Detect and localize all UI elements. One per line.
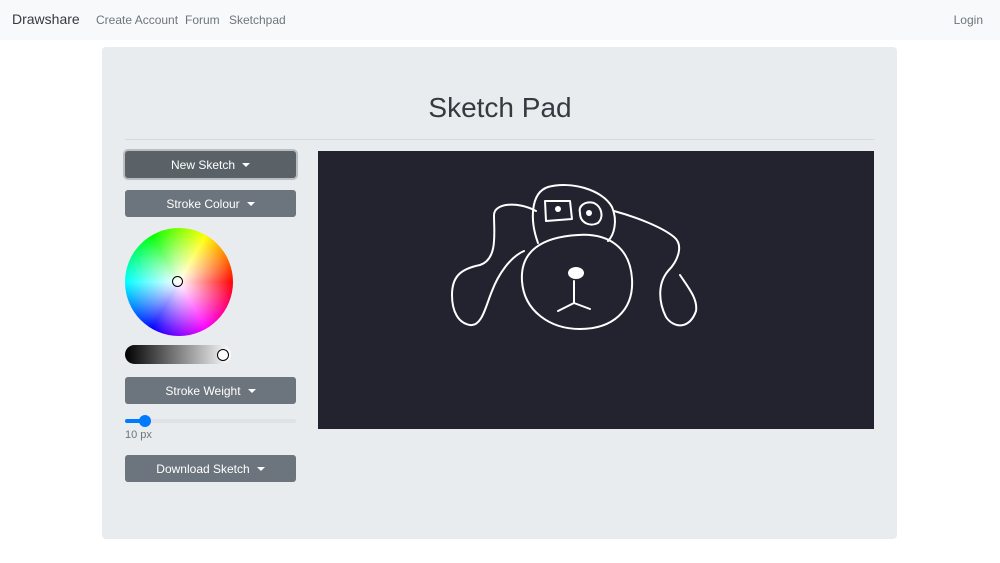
brand-logo[interactable]: Drawshare (12, 11, 80, 27)
stroke-weight-label: Stroke Weight (165, 383, 241, 398)
new-sketch-label: New Sketch (170, 157, 236, 172)
colour-wheel-handle[interactable] (172, 276, 183, 287)
dog-sketch-drawing (451, 184, 698, 330)
stroke-weight-button[interactable]: Stroke Weight (125, 377, 296, 404)
caret-down-icon (242, 163, 251, 167)
divider (125, 139, 874, 140)
sketch-stroke-head (520, 233, 634, 330)
download-sketch-label: Download Sketch (156, 461, 250, 476)
nav-login[interactable]: Login (954, 13, 983, 27)
nav-sketchpad[interactable]: Sketchpad (229, 13, 286, 27)
stroke-weight-value: 10 px (125, 429, 152, 441)
sketch-right-pupil (586, 210, 592, 216)
sketch-nose (568, 267, 584, 279)
caret-down-icon (246, 202, 255, 206)
sketch-stroke-mouth (557, 280, 591, 312)
nav-forum[interactable]: Forum (185, 13, 220, 27)
new-sketch-button[interactable]: New Sketch (125, 151, 296, 178)
stroke-colour-button[interactable]: Stroke Colour (125, 190, 296, 217)
lightness-slider[interactable] (125, 345, 231, 364)
caret-down-icon (256, 467, 265, 471)
sketch-canvas[interactable] (318, 151, 874, 429)
nav-create-account[interactable]: Create Account (96, 13, 178, 27)
navbar: Drawshare Create Account Forum Sketchpad… (0, 0, 1000, 40)
caret-down-icon (247, 389, 256, 393)
download-sketch-button[interactable]: Download Sketch (125, 455, 296, 482)
lightness-slider-handle[interactable] (217, 349, 229, 361)
page-title: Sketch Pad (428, 92, 572, 123)
sketch-left-pupil (555, 206, 561, 212)
stroke-colour-label: Stroke Colour (166, 196, 240, 211)
